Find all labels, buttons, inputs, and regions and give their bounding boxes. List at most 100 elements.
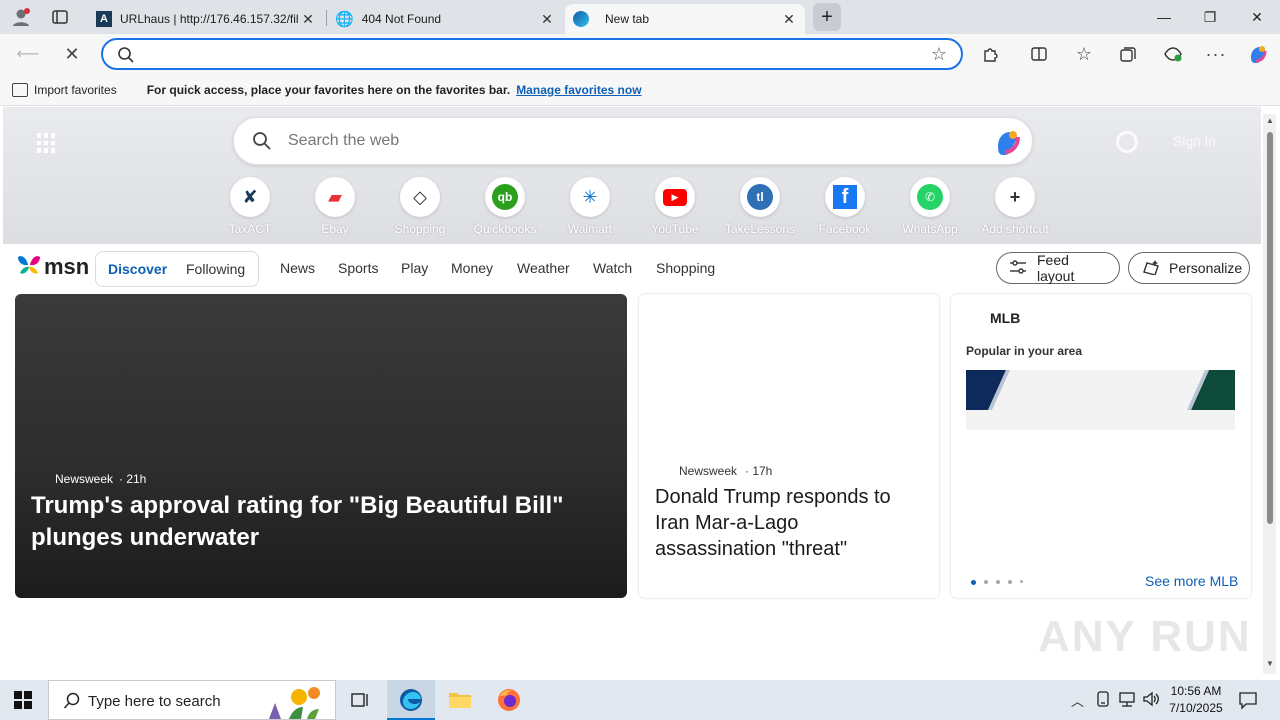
file-explorer-icon[interactable] [448,690,472,713]
shortcut-add-shortcut[interactable]: + Add shortcut [974,177,1056,236]
whatsapp-icon: ✆ [910,177,950,217]
shortcut-label: Facebook [818,222,872,236]
takelessons-icon: tl [740,177,780,217]
personalize-button[interactable]: Personalize [1128,252,1250,284]
feed-layout-button[interactable]: Feed layout [996,252,1120,284]
manage-favorites-link[interactable]: Manage favorites now [516,83,641,97]
notifications-icon[interactable] [1238,690,1258,713]
volume-icon[interactable] [1142,690,1160,711]
add-favorite-star-icon[interactable]: ☆ [931,44,947,65]
favorites-bar: Import favorites For quick access, place… [0,74,1280,106]
mlb-title: MLB [990,310,1021,326]
stop-loading-icon[interactable]: ✕ [56,38,88,70]
shortcut-label: Ebay [321,222,349,236]
nav-shopping[interactable]: Shopping [656,260,715,276]
quickbooks-icon: qb [485,177,525,217]
mlb-game-banner[interactable] [966,370,1235,430]
minimize-button[interactable]: — [1141,0,1187,34]
scrollbar-thumb[interactable] [1267,132,1273,524]
tag-icon: ◇ [400,177,440,217]
tab-404[interactable]: 🌐 404 Not Found ✕ [327,4,563,34]
tab-title: New tab [605,12,650,26]
import-favorites-button[interactable]: Import favorites [34,83,117,97]
profile-icon[interactable] [10,6,32,28]
shortcut-taxact[interactable]: ✘ TaxACT [209,177,291,236]
search-highlight-flowers-icon [259,683,333,720]
show-hidden-icons-icon[interactable]: ︿ [1071,691,1084,710]
walmart-spark-icon: ✳ [570,177,610,217]
source-name: Newsweek [55,472,114,486]
tab-urlhaus[interactable]: A URLhaus | http://176.46.157.32/fil ✕ [88,4,324,34]
extensions-icon[interactable] [975,38,1007,70]
shortcut-youtube[interactable]: ▶ YouTube [634,177,716,236]
back-arrow-icon[interactable]: ⟵ [12,38,44,70]
nav-sports[interactable]: Sports [338,260,378,276]
shortcut-takelessons[interactable]: tl TakeLessons [719,177,801,236]
nav-money[interactable]: Money [451,260,493,276]
carousel-dots[interactable] [971,580,1023,585]
address-bar[interactable]: ☆ [101,38,963,70]
settings-gear-icon[interactable] [1116,131,1138,153]
nav-news[interactable]: News [280,260,315,276]
plus-icon: + [995,177,1035,217]
search-icon [117,46,135,67]
page-scrollbar[interactable]: ▲ ▼ [1263,114,1276,674]
more-options-icon[interactable]: ··· [1200,38,1232,70]
close-window-button[interactable]: ✕ [1234,0,1280,34]
clock-time[interactable]: 10:56 AM [1168,684,1224,698]
close-tab-icon[interactable]: ✕ [781,11,797,28]
edge-taskbar-icon[interactable] [387,680,435,720]
tab-discover[interactable]: Discover [108,261,167,277]
network-status-icon[interactable] [1096,690,1110,711]
start-windows-icon[interactable] [14,691,32,709]
tab-following[interactable]: Following [186,261,245,277]
scroll-up-arrow-icon[interactable]: ▲ [1266,116,1274,125]
shortcut-walmart[interactable]: ✳ Walmart [549,177,631,236]
msn-logo[interactable]: msn [16,253,89,280]
taskbar-search-box[interactable]: Type here to search [48,680,336,720]
shortcut-shopping[interactable]: ◇ Shopping [379,177,461,236]
tab-actions-icon[interactable] [50,8,70,26]
favorites-icon[interactable]: ☆ [1068,38,1100,70]
team-colors-graphic [966,370,1235,410]
nav-watch[interactable]: Watch [593,260,632,276]
browser-essentials-icon[interactable] [1157,38,1189,70]
tab-title: 404 Not Found [361,12,442,26]
see-more-mlb-link[interactable]: See more MLB [1145,573,1238,589]
scroll-down-arrow-icon[interactable]: ▼ [1266,659,1274,668]
edge-favicon-icon [573,11,589,27]
search-icon [252,131,272,154]
shortcut-label: TakeLessons [724,222,796,236]
shortcut-whatsapp[interactable]: ✆ WhatsApp [889,177,971,236]
clock-date[interactable]: 7/10/2025 [1165,701,1227,715]
apps-grid-icon[interactable] [37,133,57,153]
tab-new-tab[interactable]: New tab ✕ [565,4,805,34]
import-favorites-icon[interactable] [12,82,28,97]
firefox-icon[interactable] [497,688,521,715]
ethernet-icon[interactable] [1118,690,1136,711]
collections-icon[interactable] [1112,38,1144,70]
shortcut-facebook[interactable]: f Facebook [804,177,886,236]
sign-in-button[interactable]: Sign in [1173,133,1216,149]
facebook-icon: f [825,177,865,217]
story-age: · 17h [745,464,773,478]
restore-button[interactable]: ❐ [1187,0,1233,34]
story-headline: Trump's approval rating for "Big Beautif… [31,492,564,551]
new-tab-button[interactable]: + [813,3,841,31]
copilot-icon[interactable] [992,126,1024,161]
split-screen-icon[interactable] [1023,38,1055,70]
task-view-icon[interactable] [350,690,370,713]
mlb-card[interactable]: MLB Popular in your area See more MLB [951,294,1251,598]
nav-weather[interactable]: Weather [517,260,570,276]
nav-play[interactable]: Play [401,260,428,276]
top-story-card[interactable]: Newsweek · 21h Trump's approval rating f… [15,294,627,598]
close-tab-icon[interactable]: ✕ [300,11,316,28]
feed-layout-label: Feed layout [1037,252,1075,284]
news-card[interactable]: Newsweek · 17h Donald Trump responds to … [639,294,939,598]
shortcut-quickbooks[interactable]: qb Quickbooks [464,177,546,236]
close-tab-icon[interactable]: ✕ [539,11,555,28]
shortcut-ebay[interactable]: ▰ Ebay [294,177,376,236]
copilot-icon[interactable] [1242,38,1274,70]
shortcut-label: Shopping [394,222,446,236]
web-search-box[interactable]: Search the web [233,117,1033,165]
